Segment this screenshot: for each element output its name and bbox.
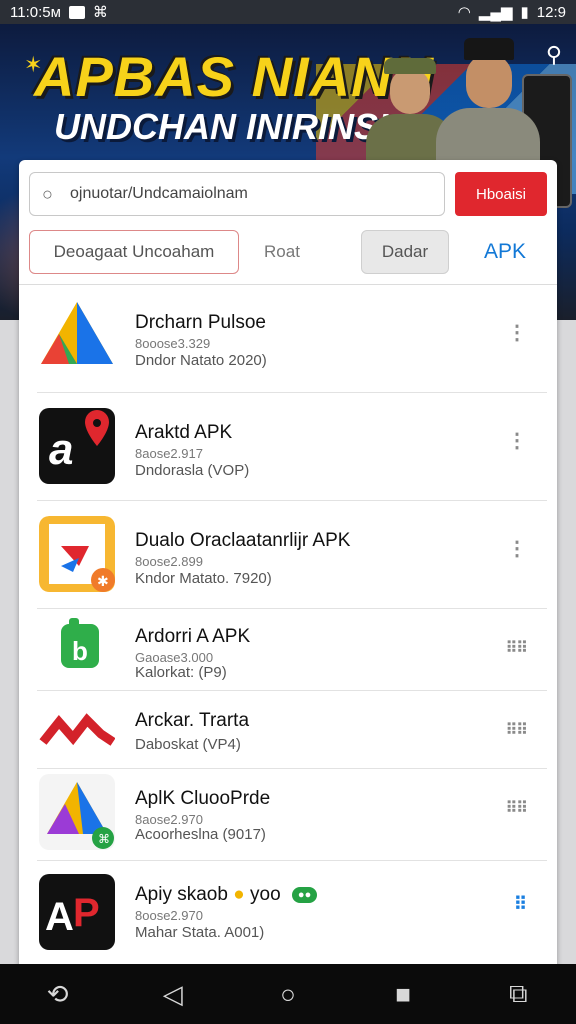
- app-meta: Kndor Matato. 7920): [135, 570, 272, 587]
- app-version: Gaoase3.000: [135, 650, 214, 665]
- green-badge: ●●: [291, 886, 318, 903]
- app-name: Drcharn Pulsoe: [135, 312, 266, 333]
- app-version: 8ooose3.329: [135, 336, 211, 351]
- grid-menu-icon[interactable]: ⠿⠿: [506, 720, 528, 740]
- vpn-icon: ⌘: [92, 4, 108, 21]
- svg-text:✱: ✱: [97, 573, 109, 589]
- screenshot-icon[interactable]: ⧉: [488, 978, 548, 1010]
- emoji-icon: ●: [233, 884, 245, 905]
- back-icon[interactable]: ◁: [143, 979, 203, 1010]
- app-version: 8oose2.970: [135, 908, 203, 923]
- app-name: Dualo Oraclaatanrlijr APK: [135, 530, 351, 551]
- app-icon-pin: a: [39, 408, 115, 484]
- signal-icon: ▂▄▆: [478, 4, 513, 21]
- app-icon-green-bag: b: [39, 616, 115, 680]
- svg-text:P: P: [73, 891, 100, 935]
- app-meta: Acoorheslna (9017): [135, 826, 266, 843]
- app-version: 8aose2.970: [135, 812, 203, 827]
- search-query: ojnuotar/Undcamaiolnam: [70, 185, 248, 202]
- app-name: AplK CluooPrde: [135, 788, 271, 809]
- more-options-icon[interactable]: ⋮: [507, 320, 527, 345]
- app-name: Ardorri A APK: [135, 626, 251, 647]
- app-meta: Dndorasla (VOP): [135, 462, 250, 479]
- search-button[interactable]: Hboaisi: [455, 172, 547, 216]
- list-item[interactable]: a Araktd APK 8aose2.917 Dndorasla (VOP) …: [37, 392, 547, 501]
- list-item[interactable]: A P Apiy skaob ● yoo ●● 8oose2.970 Mahar…: [37, 860, 547, 960]
- filter-chip[interactable]: Dadar: [361, 230, 449, 274]
- status-time-left: 11:0:5м: [10, 3, 61, 21]
- grid-menu-icon[interactable]: ⠿⠿: [506, 798, 528, 818]
- list-item[interactable]: ⌘ AplK CluooPrde 8aose2.970 Acoorheslna …: [37, 768, 547, 861]
- list-item[interactable]: ✱ Dualo Oraclaatanrlijr APK 8oose2.899 K…: [37, 500, 547, 609]
- grid-menu-icon[interactable]: ⠿: [514, 894, 527, 915]
- app-name: Apiy skaob ● yoo ●●: [135, 884, 318, 906]
- navigation-bar: ⟲ ◁ ○ ■ ⧉: [0, 964, 576, 1024]
- app-meta: Kalorkat: (P9): [135, 664, 227, 681]
- grid-menu-icon[interactable]: ⠿⠿: [506, 638, 528, 658]
- assistant-icon[interactable]: ⟲: [28, 979, 88, 1010]
- list-item[interactable]: Arckar. Trarta Daboskat (VP4) ⠿⠿: [37, 690, 547, 769]
- battery-icon: ▮: [520, 4, 529, 21]
- banner-subtitle: UNDCHAN INIRINSIA: [54, 106, 414, 147]
- filter-chips: Deoagaat Uncoaham Roat Dadar APK: [29, 230, 547, 276]
- filter-chip[interactable]: Roat: [251, 230, 313, 274]
- filter-chip[interactable]: Deoagaat Uncoaham: [29, 230, 239, 274]
- app-version: 8aose2.917: [135, 446, 203, 461]
- gallery-icon: [68, 5, 85, 19]
- svg-text:b: b: [72, 636, 88, 666]
- list-item[interactable]: b Ardorri A APK Gaoase3.000 Kalorkat: (P…: [37, 608, 547, 691]
- more-options-icon[interactable]: ⋮: [507, 536, 527, 561]
- recents-icon[interactable]: ■: [373, 979, 433, 1010]
- magnifier-icon: ○: [42, 183, 53, 204]
- app-meta: Dndor Natato 2020): [135, 352, 267, 369]
- search-row: ○ ojnuotar/Undcamaiolnam Hboaisi: [29, 170, 547, 220]
- status-time-right: 12:9: [536, 3, 566, 21]
- filter-chip-apk[interactable]: APK: [463, 230, 547, 274]
- svg-text:a: a: [49, 425, 73, 474]
- app-list-sheet: ○ ojnuotar/Undcamaiolnam Hboaisi Deoagaa…: [19, 160, 557, 972]
- svg-text:A: A: [45, 895, 74, 939]
- app-meta: Daboskat (VP4): [135, 736, 241, 753]
- app-name: Arckar. Trarta: [135, 710, 250, 731]
- search-icon[interactable]: ⚲: [546, 42, 562, 68]
- app-name-text: Apiy skaob: [135, 884, 228, 905]
- wifi-icon: ◠: [457, 4, 471, 21]
- app-name-suffix: yoo: [250, 884, 281, 905]
- status-bar: 11:0:5м ⌘ ◠ ▂▄▆ ▮ 12:9: [0, 0, 576, 24]
- app-version: 8oose2.899: [135, 554, 203, 569]
- app-name: Araktd APK: [135, 422, 233, 443]
- list-item[interactable]: Drcharn Pulsoe 8ooose3.329 Dndor Natato …: [37, 284, 547, 393]
- app-icon-red-chevron: [39, 700, 115, 756]
- app-icon-triangle: [39, 298, 115, 374]
- search-input[interactable]: ○ ojnuotar/Undcamaiolnam: [29, 172, 445, 216]
- app-meta: Mahar Stata. A001): [135, 924, 265, 941]
- home-icon[interactable]: ○: [258, 979, 318, 1010]
- app-icon-drive: ⌘: [39, 774, 115, 850]
- app-icon-frame: ✱: [39, 516, 115, 592]
- more-options-icon[interactable]: ⋮: [507, 428, 527, 453]
- app-icon-ap: A P: [39, 874, 115, 950]
- svg-text:⌘: ⌘: [98, 832, 110, 846]
